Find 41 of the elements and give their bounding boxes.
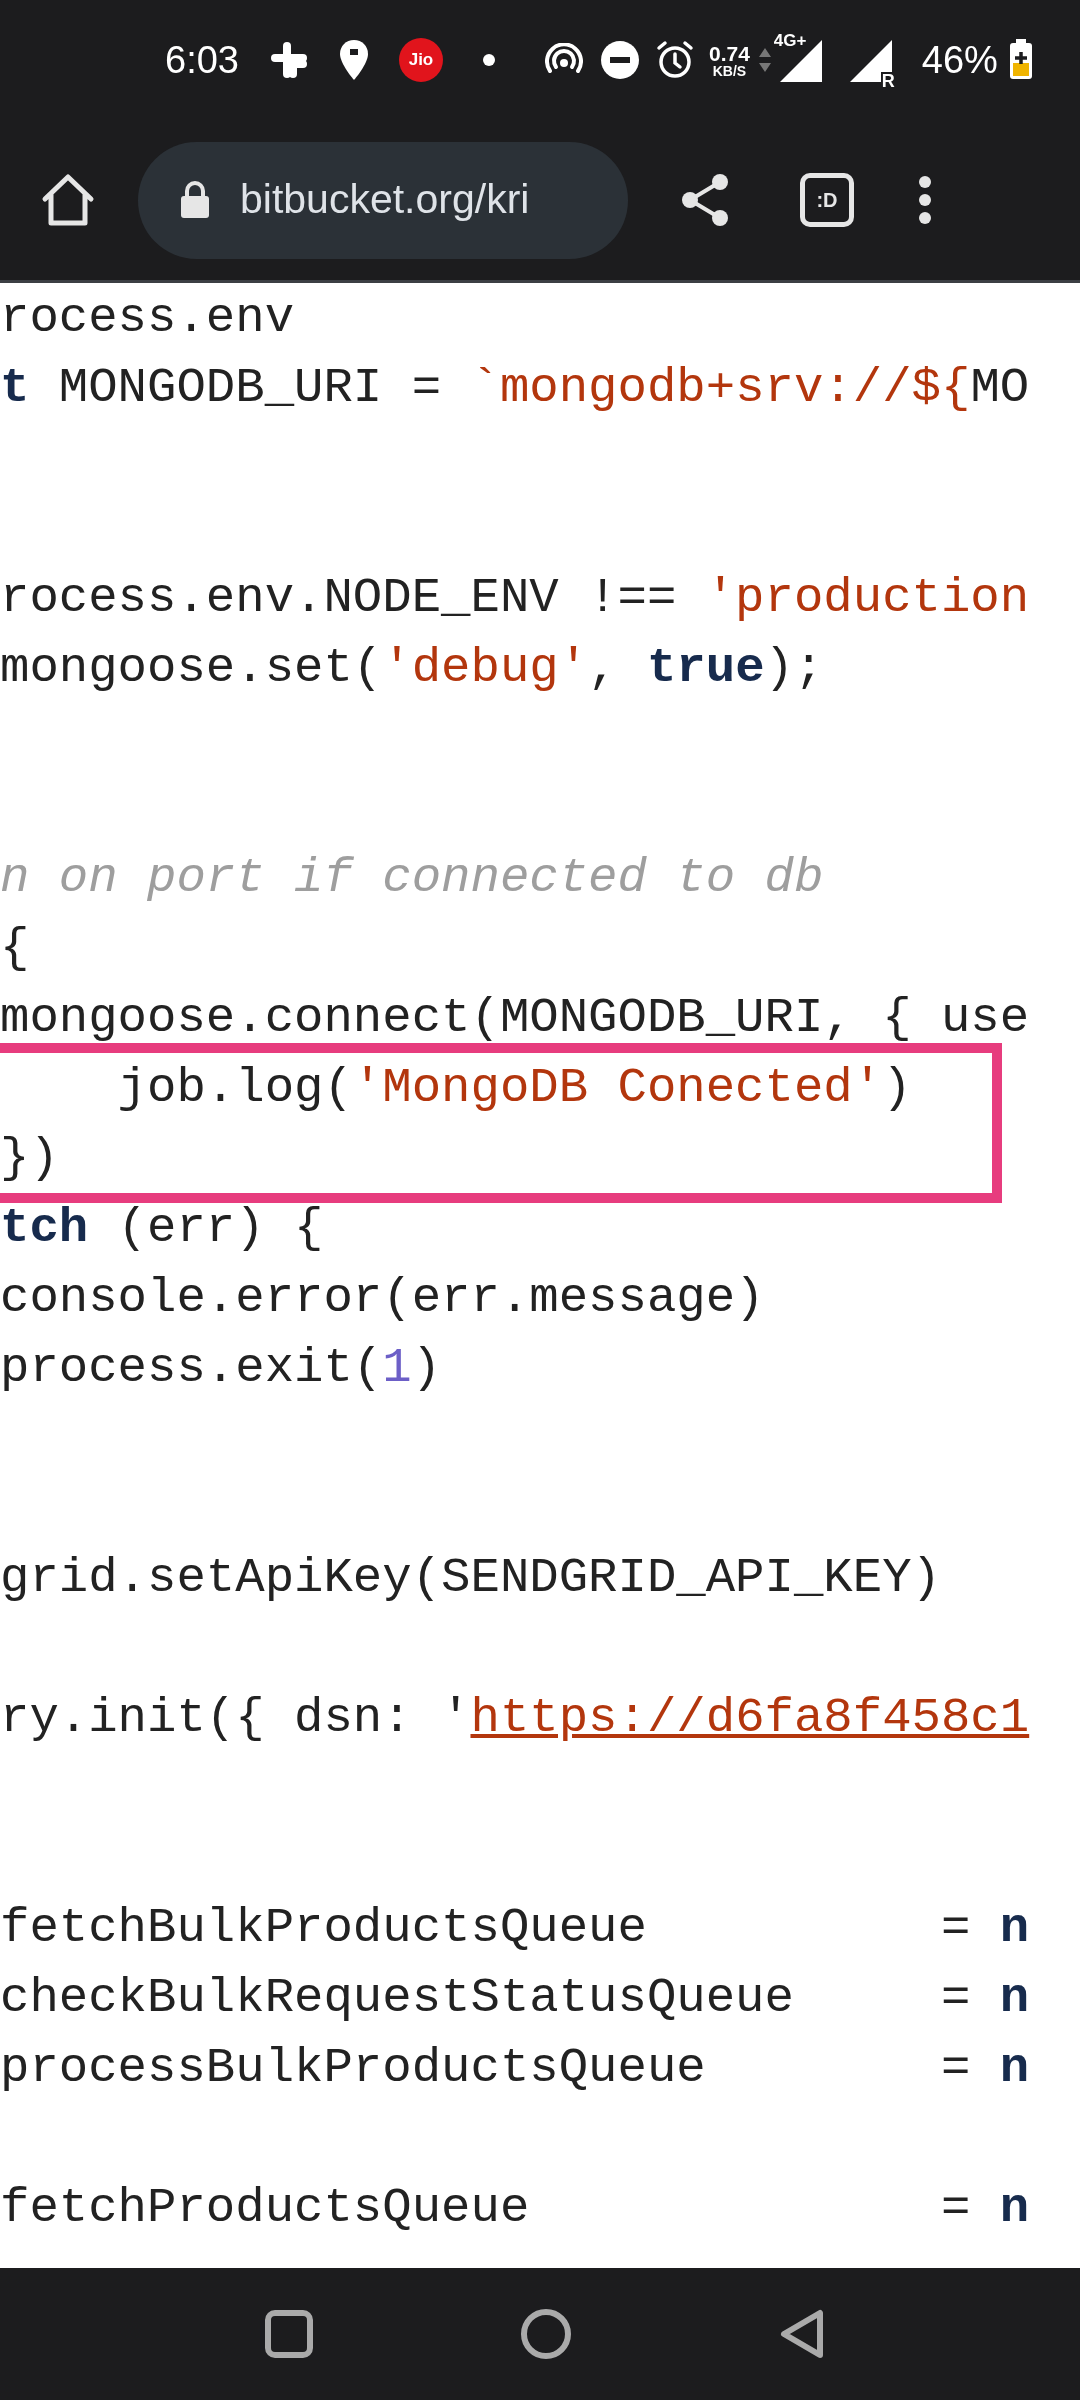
code-line: t MONGODB_URI = `mongodb+srv://${MO (0, 360, 1030, 416)
code-line: mongoose.set('debug', true); (0, 640, 824, 696)
tab-switcher-button[interactable]: :D (800, 173, 854, 227)
code-line: checkBulkRequestStatusQueue = n (0, 1970, 1030, 2026)
home-icon[interactable] (40, 173, 96, 227)
code-line: job.log('MongoDB Conected') (116, 1060, 912, 1116)
code-line: mongoose.connect(MONGODB_URI, { use (0, 990, 1030, 1046)
do-not-disturb-icon (600, 41, 639, 79)
roaming-indicator: R (880, 72, 896, 90)
code-line: rocess.env (0, 290, 295, 346)
address-bar[interactable]: bitbucket.org/kri (138, 141, 628, 259)
network-type: 4G+ (773, 30, 807, 52)
net-speed-unit: KB/S (712, 63, 747, 78)
code-line: console.error(err.message) (0, 1270, 765, 1326)
code-line: }) (0, 1130, 59, 1186)
lock-icon (180, 181, 210, 219)
link[interactable]: https://d6fa8f458c1 (470, 1690, 1030, 1746)
net-speed: 0.74 (708, 42, 750, 64)
battery-charging-icon (1007, 39, 1034, 81)
share-icon[interactable] (680, 173, 730, 227)
code-line: { (0, 920, 30, 976)
battery-percent: 46% (921, 37, 998, 83)
code-line: process.exit(1) (0, 1340, 442, 1396)
code-line: fetchBulkProductsQueue = n (0, 1900, 1030, 1956)
carrier-badge: Jio (398, 38, 443, 82)
code-line: n on port if connected to db (0, 850, 824, 906)
recents-icon[interactable] (264, 2309, 314, 2359)
code-line: ry.init({ dsn: 'https://d6fa8f458c1 (0, 1690, 1030, 1746)
code-line: fetchProductsQueue = n (0, 2180, 1030, 2236)
clock-time: 6:03 (165, 37, 239, 83)
back-icon[interactable] (778, 2308, 826, 2360)
data-arrows-icon (757, 46, 772, 74)
code-line: tch (err) { (0, 1200, 324, 1256)
more-menu-icon[interactable] (918, 175, 932, 225)
home-circle-icon[interactable] (520, 2308, 572, 2360)
code-line: processBulkProductsQueue = n (0, 2040, 1030, 2096)
alarm-icon (654, 40, 695, 80)
location-pin-icon (338, 39, 369, 81)
code-line: rocess.env.NODE_ENV !== 'production (0, 570, 1030, 626)
dot-icon (482, 54, 495, 66)
code-line: grid.setApiKey(SENDGRID_API_KEY) (0, 1550, 941, 1606)
